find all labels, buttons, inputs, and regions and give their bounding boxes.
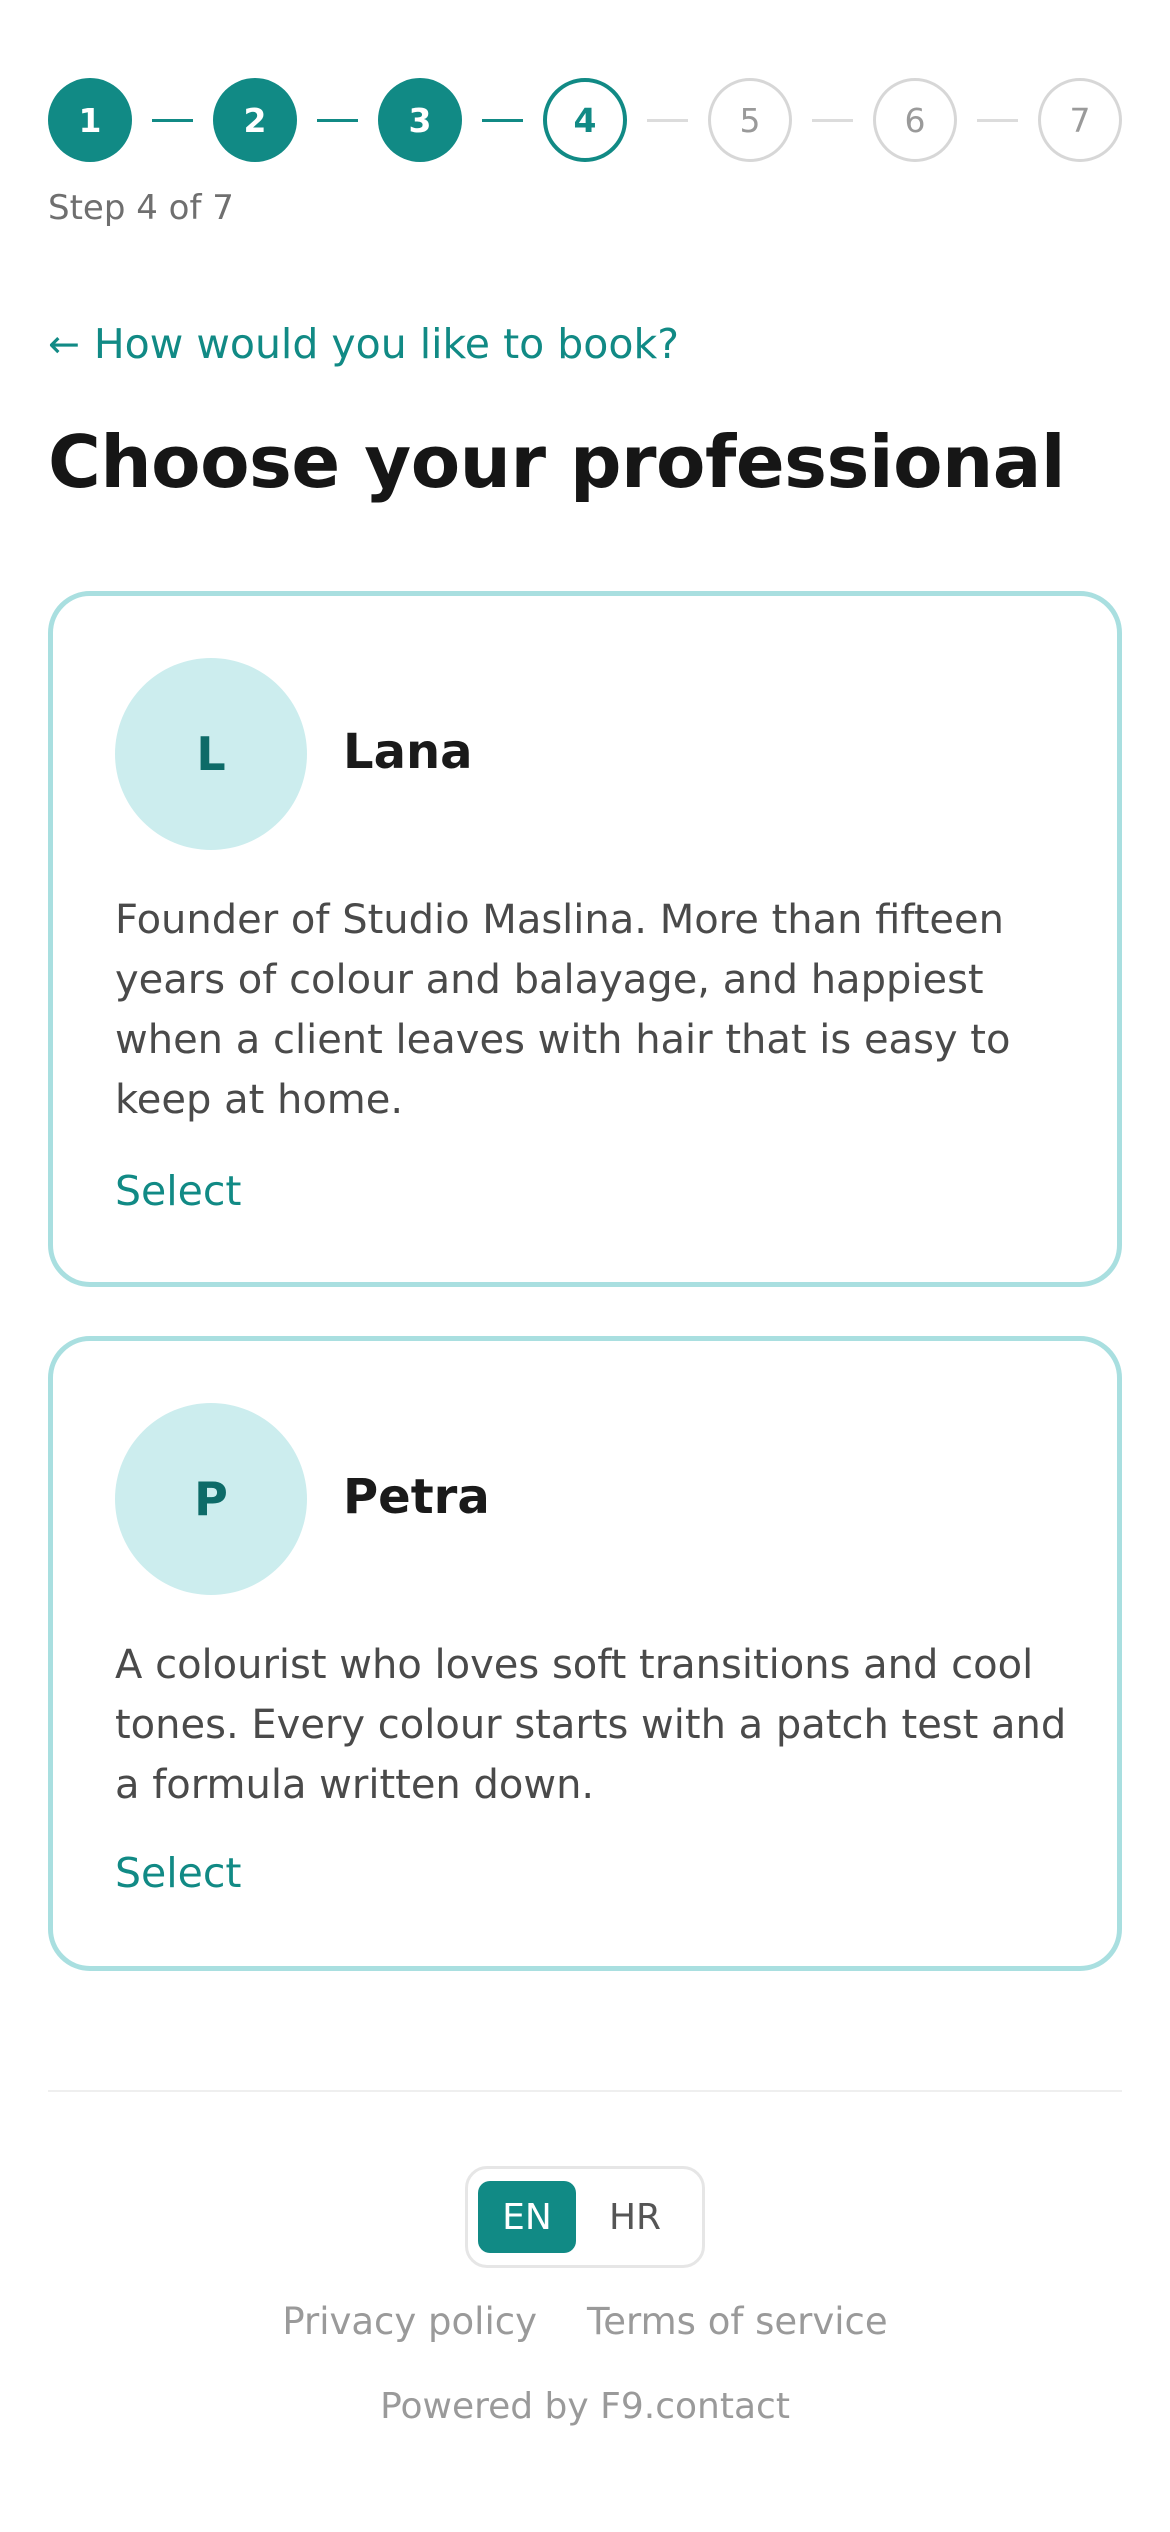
avatar: L [115, 658, 307, 850]
booking-page: 1 2 3 4 5 6 7 Step 4 of 7 ← How would yo… [0, 0, 1170, 2532]
language-hr-button[interactable]: HR [586, 2181, 684, 2253]
step-connector [812, 118, 853, 122]
footer-divider [48, 2090, 1122, 2092]
step-3[interactable]: 3 [378, 78, 462, 162]
step-caption: Step 4 of 7 [48, 188, 234, 228]
professional-card-petra[interactable]: P Petra A colourist who loves soft trans… [48, 1336, 1122, 1971]
back-arrow-icon: ← [48, 322, 80, 366]
professional-card-lana[interactable]: L Lana Founder of Studio Maslina. More t… [48, 591, 1122, 1287]
terms-of-service-link[interactable]: Terms of service [587, 2300, 888, 2343]
page-title: Choose your professional [48, 420, 1066, 504]
language-en-button[interactable]: EN [478, 2181, 576, 2253]
step-2[interactable]: 2 [213, 78, 297, 162]
select-button-petra[interactable]: Select [115, 1849, 241, 1897]
powered-by-text: Powered by F9.contact [380, 2386, 790, 2427]
step-7: 7 [1038, 78, 1122, 162]
step-5: 5 [708, 78, 792, 162]
step-connector [482, 118, 523, 122]
select-button-lana[interactable]: Select [115, 1167, 241, 1215]
privacy-policy-link[interactable]: Privacy policy [282, 2300, 537, 2343]
step-connector [977, 118, 1018, 122]
step-4-current: 4 [543, 78, 627, 162]
back-link[interactable]: ← How would you like to book? [48, 320, 679, 368]
footer-links: Privacy policy Terms of service [0, 2300, 1170, 2343]
step-connector [152, 118, 193, 122]
progress-stepper: 1 2 3 4 5 6 7 [48, 78, 1122, 162]
professional-name: Lana [343, 724, 473, 780]
professional-bio: A colourist who loves soft transitions a… [115, 1642, 1067, 1808]
step-connector [647, 118, 688, 122]
language-switcher: EN HR [465, 2166, 705, 2268]
avatar: P [115, 1403, 307, 1595]
professional-name: Petra [343, 1469, 490, 1525]
step-1[interactable]: 1 [48, 78, 132, 162]
step-6: 6 [873, 78, 957, 162]
professional-bio: Founder of Studio Maslina. More than fif… [115, 897, 1011, 1123]
step-connector [317, 118, 358, 122]
back-link-label: How would you like to book? [93, 320, 679, 368]
